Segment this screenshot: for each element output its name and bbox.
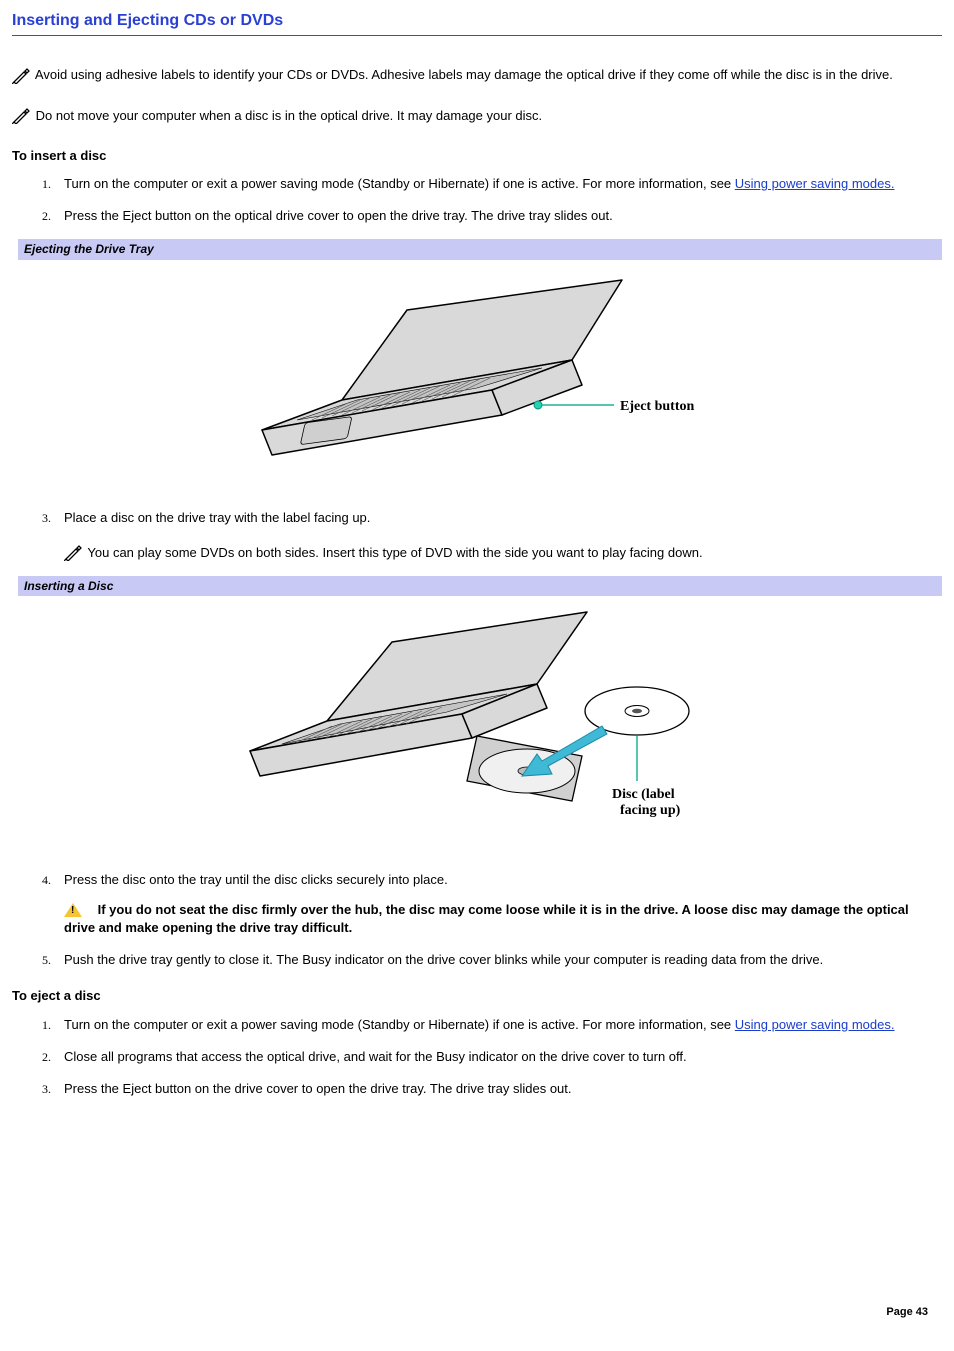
note-moving: Do not move your computer when a disc is… <box>12 107 942 125</box>
link-power-saving[interactable]: Using power saving modes. <box>735 1017 895 1032</box>
heading-insert: To insert a disc <box>12 147 942 165</box>
eject-steps: Turn on the computer or exit a power sav… <box>12 1016 942 1099</box>
laptop-insert-illustration: Disc (label facing up) <box>232 606 722 841</box>
note-dvd-sides: You can play some DVDs on both sides. In… <box>64 544 942 562</box>
label-eject-button: Eject button <box>620 399 694 414</box>
note-text: Avoid using adhesive labels to identify … <box>35 67 893 82</box>
caption-eject-tray: Ejecting the Drive Tray <box>18 239 942 260</box>
heading-eject: To eject a disc <box>12 987 942 1005</box>
laptop-eject-illustration: Eject button <box>242 270 712 480</box>
list-item: Press the Eject button on the drive cove… <box>54 1080 942 1098</box>
page-number: Page 43 <box>886 1305 928 1320</box>
list-item: Push the drive tray gently to close it. … <box>54 951 942 969</box>
list-item: Close all programs that access the optic… <box>54 1048 942 1066</box>
warning-triangle-icon <box>64 903 82 917</box>
step-text: Press the disc onto the tray until the d… <box>64 872 448 887</box>
step-text: Turn on the computer or exit a power sav… <box>64 1017 735 1032</box>
figure-insert-disc: Disc (label facing up) <box>12 606 942 846</box>
pencil-note-icon <box>12 108 30 124</box>
pencil-note-icon <box>12 68 30 84</box>
figure-eject-tray: Eject button <box>12 270 942 485</box>
caption-insert-disc: Inserting a Disc <box>18 576 942 597</box>
pencil-note-icon <box>64 545 82 561</box>
step-text: Place a disc on the drive tray with the … <box>64 510 370 525</box>
insert-steps-b: Place a disc on the drive tray with the … <box>12 509 942 561</box>
label-disc-a: Disc (label <box>612 787 675 802</box>
list-item: Place a disc on the drive tray with the … <box>54 509 942 561</box>
warning-block: If you do not seat the disc firmly over … <box>64 901 942 937</box>
note-adhesive: Avoid using adhesive labels to identify … <box>12 66 942 84</box>
warning-text: If you do not seat the disc firmly over … <box>64 902 909 935</box>
list-item: Turn on the computer or exit a power sav… <box>54 1016 942 1034</box>
note-text: Do not move your computer when a disc is… <box>36 108 543 123</box>
label-disc-b: facing up) <box>620 803 681 818</box>
list-item: Turn on the computer or exit a power sav… <box>54 175 942 193</box>
list-item: Press the Eject button on the optical dr… <box>54 207 942 225</box>
page-title: Inserting and Ejecting CDs or DVDs <box>12 10 942 36</box>
insert-steps-a: Turn on the computer or exit a power sav… <box>12 175 942 225</box>
step-text: Turn on the computer or exit a power sav… <box>64 176 735 191</box>
link-power-saving[interactable]: Using power saving modes. <box>735 176 895 191</box>
insert-steps-c: Press the disc onto the tray until the d… <box>12 871 942 970</box>
note-text: You can play some DVDs on both sides. In… <box>87 545 702 560</box>
list-item: Press the disc onto the tray until the d… <box>54 871 942 938</box>
